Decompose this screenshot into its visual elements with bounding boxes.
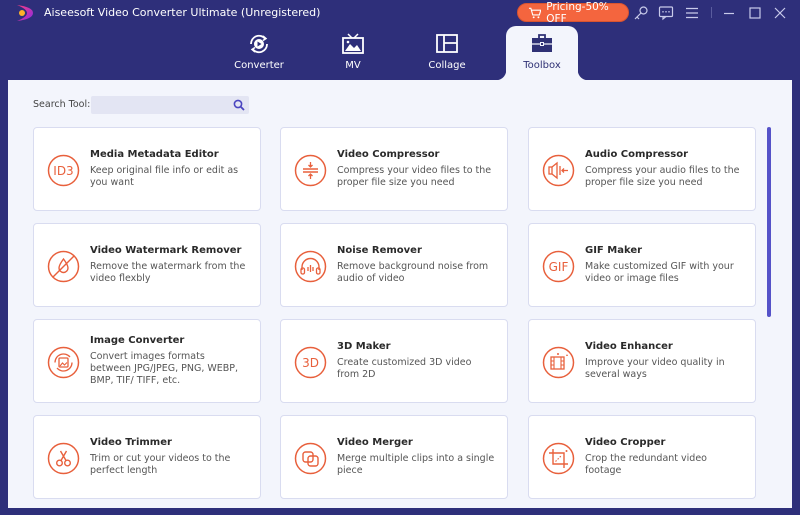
tool-card-video-cropper[interactable]: Video Cropper Crop the redundant video f… [528, 415, 756, 499]
title-bar: Aiseesoft Video Converter Ultimate (Unre… [0, 0, 800, 26]
tool-title: Video Enhancer [585, 341, 673, 352]
tab-collage[interactable]: Collage [411, 26, 483, 80]
tool-card-video-compressor[interactable]: Video Compressor Compress your video fil… [280, 127, 508, 211]
crop-icon [542, 442, 575, 475]
mv-icon [342, 33, 364, 54]
tool-title: Noise Remover [337, 245, 422, 256]
search-tool-field[interactable] [91, 96, 249, 118]
tool-description: Merge multiple clips into a single piece [337, 453, 495, 476]
tool-title: Video Trimmer [90, 437, 172, 448]
svg-text:3D: 3D [302, 356, 319, 370]
gif-icon: GIF [542, 250, 575, 283]
tab-label: Converter [234, 60, 284, 71]
pricing-button[interactable]: Pricing-50% OFF [517, 0, 629, 25]
tool-description: Compress your audio files to the proper … [585, 165, 740, 188]
app-title: Aiseesoft Video Converter Ultimate (Unre… [44, 6, 321, 19]
maximize-icon[interactable] [747, 5, 763, 21]
search-input[interactable] [91, 99, 227, 118]
tool-title: Video Cropper [585, 437, 666, 448]
tool-title: 3D Maker [337, 341, 391, 352]
menu-icon[interactable] [684, 5, 700, 21]
id3-icon: ID3 [47, 154, 80, 187]
cart-icon [528, 7, 542, 18]
compress-icon [294, 154, 327, 187]
3d-icon: 3D [294, 346, 327, 379]
collage-icon [436, 34, 458, 53]
scissors-icon [47, 442, 80, 475]
tool-card-gif-maker[interactable]: GIF GIF Maker Make customized GIF with y… [528, 223, 756, 307]
toolbox-panel: Search Tool: ID3 Media Metadata Editor K… [8, 80, 792, 508]
tool-description: Trim or cut your videos to the perfect l… [90, 453, 231, 476]
tab-mv[interactable]: MV [317, 26, 389, 80]
tool-description: Make customized GIF with your video or i… [585, 261, 734, 284]
tool-card-video-merger[interactable]: Video Merger Merge multiple clips into a… [280, 415, 508, 499]
minimize-icon[interactable] [721, 5, 737, 21]
converter-icon [250, 34, 268, 54]
feedback-icon[interactable] [658, 5, 674, 21]
merge-icon [294, 442, 327, 475]
tool-card-media-metadata-editor[interactable]: ID3 Media Metadata Editor Keep original … [33, 127, 261, 211]
tool-title: Audio Compressor [585, 149, 689, 160]
titlebar-divider [711, 7, 712, 18]
tool-description: Remove background noise from audio of vi… [337, 261, 489, 284]
tool-description: Compress your video files to the proper … [337, 165, 492, 188]
tool-description: Improve your video quality in several wa… [585, 357, 725, 380]
aiseesoft-logo-icon [17, 5, 33, 21]
tool-title: Image Converter [90, 335, 185, 346]
tool-card-image-converter[interactable]: Image Converter Convert images formats b… [33, 319, 261, 403]
tab-label: Collage [428, 60, 466, 71]
enhance-icon [542, 346, 575, 379]
tool-description: Remove the watermark from the video flex… [90, 261, 246, 284]
tool-card-audio-compressor[interactable]: Audio Compressor Compress your audio fil… [528, 127, 756, 211]
tool-description: Keep original file info or edit as you w… [90, 165, 239, 188]
svg-text:ID3: ID3 [53, 164, 73, 178]
tab-converter[interactable]: Converter [223, 26, 295, 80]
tab-label: Toolbox [523, 60, 561, 71]
pricing-label: Pricing-50% OFF [546, 0, 609, 25]
close-icon[interactable] [772, 5, 788, 21]
tab-label: MV [345, 60, 361, 71]
key-icon[interactable] [633, 5, 649, 21]
tool-description: Crop the redundant video footage [585, 453, 707, 476]
tool-title: Video Compressor [337, 149, 440, 160]
tool-card-3d-maker[interactable]: 3D 3D Maker Create customized 3D video f… [280, 319, 508, 403]
tool-card-video-enhancer[interactable]: Video Enhancer Improve your video qualit… [528, 319, 756, 403]
vertical-scrollbar[interactable] [767, 127, 771, 317]
image-convert-icon [47, 346, 80, 379]
svg-text:GIF: GIF [549, 260, 569, 274]
tool-card-video-trimmer[interactable]: Video Trimmer Trim or cut your videos to… [33, 415, 261, 499]
tab-toolbox[interactable]: Toolbox [496, 26, 588, 80]
tool-title: Video Watermark Remover [90, 245, 242, 256]
search-label: Search Tool: [33, 99, 91, 110]
tool-card-video-watermark-remover[interactable]: Video Watermark Remover Remove the water… [33, 223, 261, 307]
tool-title: Video Merger [337, 437, 413, 448]
audio-compress-icon [542, 154, 575, 187]
tool-title: Media Metadata Editor [90, 149, 219, 160]
tool-card-noise-remover[interactable]: Noise Remover Remove background noise fr… [280, 223, 508, 307]
watermark-remove-icon [47, 250, 80, 283]
tool-description: Convert images formats between JPG/JPEG,… [90, 351, 239, 386]
tool-description: Create customized 3D video from 2D [337, 357, 472, 380]
search-icon[interactable] [233, 99, 245, 111]
tool-title: GIF Maker [585, 245, 643, 256]
toolbox-icon [532, 34, 552, 52]
headphones-icon [294, 250, 327, 283]
